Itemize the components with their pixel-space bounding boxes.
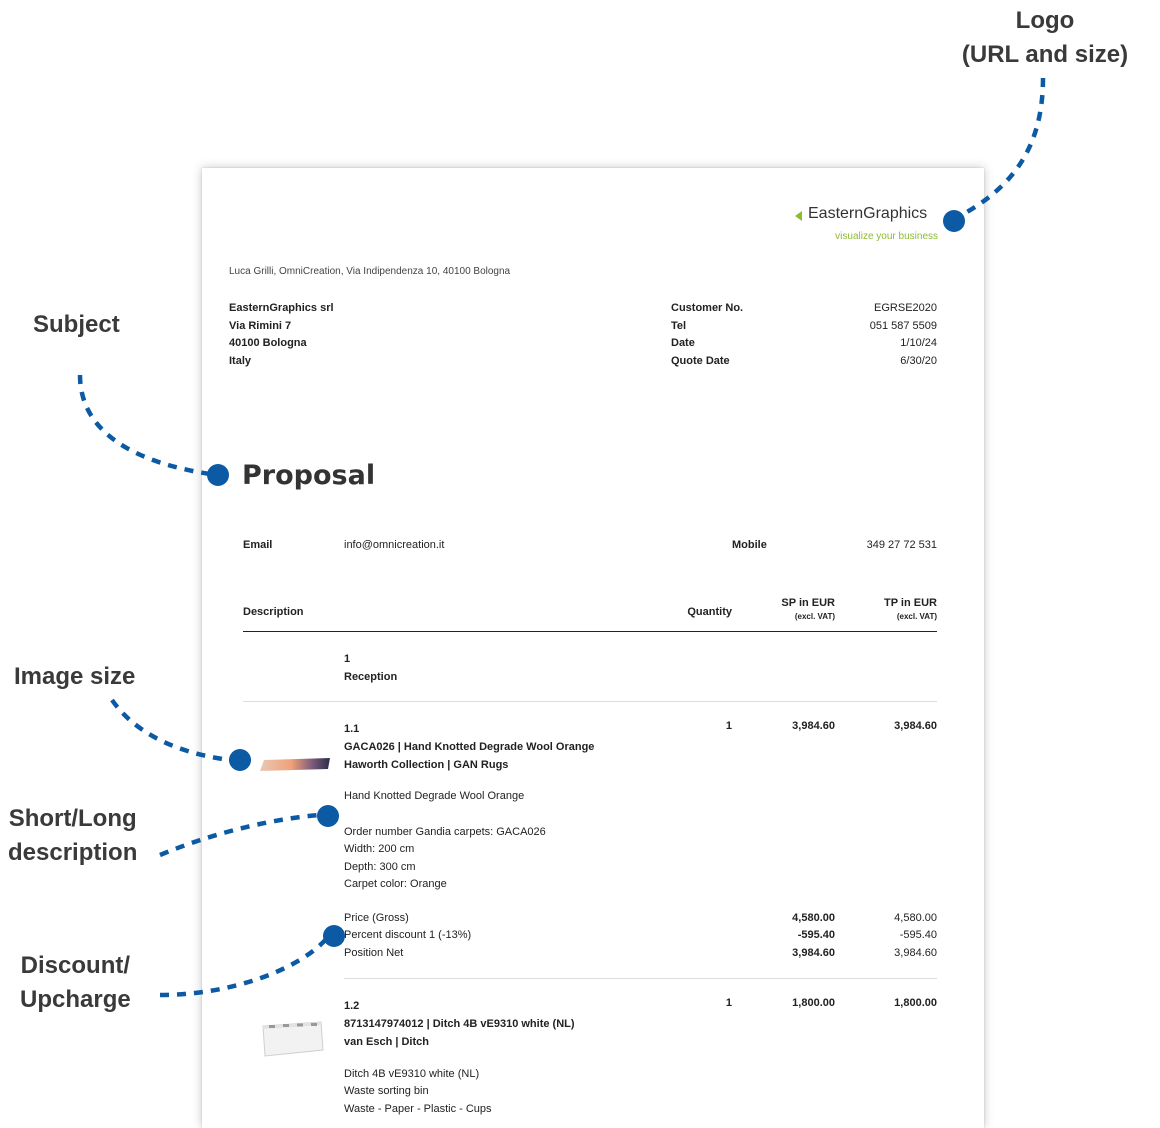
item-tp: 3,984.60 bbox=[894, 720, 937, 732]
item-title-line1: 8713147974012 | Ditch 4B vE9310 white (N… bbox=[344, 1018, 575, 1030]
recipient-line: Via Rimini 7 bbox=[229, 319, 292, 332]
header-tp-label: TP in EUR bbox=[884, 597, 937, 609]
desc-line: Waste - Paper - Plastic - Cups bbox=[344, 1102, 492, 1115]
image-size-callout-dot bbox=[229, 749, 251, 771]
logo-callout-line2: (URL and size) bbox=[961, 41, 1129, 68]
discount-callout-label: Discount/ Upcharge bbox=[20, 949, 131, 1017]
header-rule bbox=[243, 631, 937, 632]
section-title: Reception bbox=[344, 671, 398, 683]
company-logo: EasternGraphics visualize your business bbox=[792, 204, 940, 246]
customer-no-label: Customer No. bbox=[671, 302, 744, 314]
logo-tagline: visualize your business bbox=[835, 231, 938, 242]
mobile-value: 349 27 72 531 bbox=[866, 539, 937, 551]
logo-callout-label: Logo (URL and size) bbox=[955, 4, 1135, 72]
price-gross-label: Price (Gross) bbox=[344, 912, 409, 924]
long-desc-line: Depth: 300 cm bbox=[344, 860, 416, 873]
price-tp-values: 4,580.00 -595.40 3,984.60 bbox=[857, 910, 937, 962]
document-page: EasternGraphics visualize your business … bbox=[202, 168, 984, 1128]
recipient-line: 40100 Bologna bbox=[229, 337, 307, 349]
recipient-line: Italy bbox=[229, 354, 252, 367]
image-size-callout-label: Image size bbox=[14, 663, 136, 690]
waste-bin-image-icon bbox=[262, 1021, 324, 1057]
discount-callout-dot bbox=[323, 925, 345, 947]
header-description: Description bbox=[243, 606, 304, 618]
price-gross-tp: 4,580.00 bbox=[894, 912, 937, 924]
email-label: Email bbox=[243, 539, 273, 551]
rug-thumbnail bbox=[260, 756, 332, 774]
price-labels: Price (Gross) Percent discount 1 (-13%) … bbox=[344, 910, 471, 962]
section-heading: 1 Reception bbox=[344, 650, 397, 686]
item-tp: 1,800.00 bbox=[894, 997, 937, 1009]
item-title: 1.2 8713147974012 | Ditch 4B vE9310 whit… bbox=[344, 997, 674, 1051]
desc-line: Ditch 4B vE9310 white (NL) bbox=[344, 1068, 480, 1080]
email-value: info@omnicreation.it bbox=[344, 539, 445, 551]
item-position: 1.1 bbox=[344, 723, 360, 735]
header-sp-label: SP in EUR bbox=[781, 597, 835, 609]
header-quantity: Quantity bbox=[687, 606, 732, 618]
description-callout-line1: Short/Long bbox=[8, 805, 137, 832]
recipient-line: EasternGraphics srl bbox=[229, 302, 334, 314]
description-callout-line2: description bbox=[8, 839, 138, 866]
item-quantity: 1 bbox=[725, 720, 732, 732]
item-sp: 1,800.00 bbox=[792, 997, 835, 1009]
mobile-label: Mobile bbox=[732, 539, 767, 551]
logo-callout-dot bbox=[943, 210, 965, 232]
discount-callout-line1: Discount/ bbox=[20, 952, 131, 979]
sender-line: Luca Grilli, OmniCreation, Via Indipende… bbox=[229, 266, 511, 277]
date-value: 1/10/24 bbox=[900, 337, 937, 349]
date-label: Date bbox=[671, 337, 695, 349]
header-sp-sub: (excl. VAT) bbox=[794, 612, 835, 621]
item-title-line2: van Esch | Ditch bbox=[344, 1036, 429, 1048]
item-title-line2: Haworth Collection | GAN Rugs bbox=[344, 759, 509, 771]
item-position: 1.2 bbox=[344, 1000, 360, 1012]
meta-values: EGRSE2020 051 587 5509 1/10/24 6/30/20 bbox=[870, 300, 937, 370]
item-divider bbox=[344, 978, 937, 979]
discount-callout-line2: Upcharge bbox=[20, 986, 131, 1013]
recipient-address: EasternGraphics srl Via Rimini 7 40100 B… bbox=[229, 300, 334, 370]
desc-line: Waste sorting bin bbox=[344, 1085, 429, 1098]
position-net-tp: 3,984.60 bbox=[894, 946, 937, 959]
logo-mark-icon bbox=[795, 211, 802, 221]
section-number: 1 bbox=[344, 653, 351, 665]
rug-image-icon bbox=[260, 758, 330, 771]
item-short-description: Hand Knotted Degrade Wool Orange bbox=[344, 790, 525, 802]
meta-labels: Customer No. Tel Date Quote Date bbox=[671, 300, 743, 370]
item-long-description: Order number Gandia carpets: GACA026 Wid… bbox=[344, 824, 546, 893]
discount-sp: -595.40 bbox=[797, 929, 835, 942]
subject-callout-label: Subject bbox=[33, 311, 120, 338]
item-title-line1: GACA026 | Hand Knotted Degrade Wool Oran… bbox=[344, 741, 595, 753]
item-title: 1.1 GACA026 | Hand Knotted Degrade Wool … bbox=[344, 720, 674, 774]
header-sp: SP in EUR (excl. VAT) bbox=[755, 597, 835, 621]
logo-callout-line1: Logo bbox=[1015, 7, 1075, 34]
price-gross-sp: 4,580.00 bbox=[792, 912, 835, 924]
tel-label: Tel bbox=[671, 319, 687, 332]
logo-name: EasternGraphics bbox=[808, 205, 928, 222]
item-description: Ditch 4B vE9310 white (NL) Waste sorting… bbox=[344, 1066, 492, 1118]
item-sp: 3,984.60 bbox=[792, 720, 835, 732]
position-net-label: Position Net bbox=[344, 946, 404, 959]
subject-callout-dot bbox=[207, 464, 229, 486]
discount-tp: -595.40 bbox=[899, 929, 937, 942]
description-callout-label: Short/Long description bbox=[8, 802, 137, 870]
header-tp-sub: (excl. VAT) bbox=[896, 612, 937, 621]
subject-connector bbox=[77, 374, 211, 477]
quote-date-label: Quote Date bbox=[671, 354, 730, 367]
bin-thumbnail bbox=[259, 1020, 327, 1058]
long-desc-line: Carpet color: Orange bbox=[344, 877, 447, 890]
proposal-title: Proposal bbox=[242, 460, 376, 491]
price-sp-values: 4,580.00 -595.40 3,984.60 bbox=[755, 910, 835, 962]
header-tp: TP in EUR (excl. VAT) bbox=[857, 597, 937, 621]
quote-date-value: 6/30/20 bbox=[900, 354, 937, 367]
section-divider bbox=[243, 701, 937, 702]
long-desc-line: Width: 200 cm bbox=[344, 843, 415, 856]
position-net-sp: 3,984.60 bbox=[792, 946, 835, 959]
tel-value: 051 587 5509 bbox=[869, 319, 937, 332]
item-quantity: 1 bbox=[725, 997, 732, 1009]
customer-no-value: EGRSE2020 bbox=[874, 302, 937, 314]
description-callout-dot bbox=[317, 805, 339, 827]
long-desc-line: Order number Gandia carpets: GACA026 bbox=[344, 826, 546, 838]
discount-label: Percent discount 1 (-13%) bbox=[344, 929, 472, 942]
